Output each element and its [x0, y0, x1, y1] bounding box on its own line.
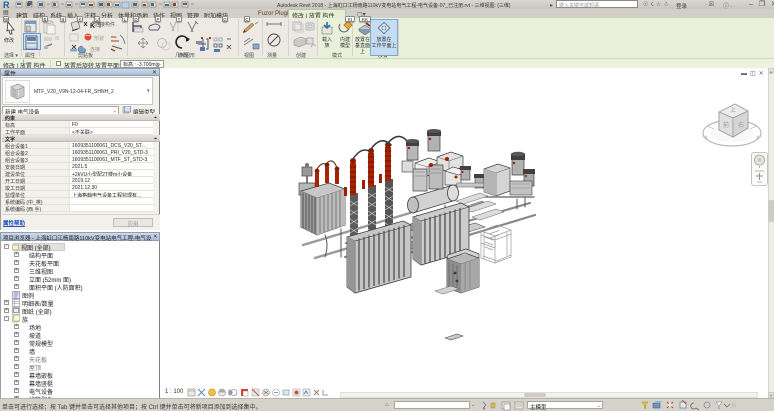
- svg-text:连接: 连接: [90, 46, 100, 53]
- svg-text:形状: 形状: [94, 35, 104, 42]
- svg-text:前: 前: [723, 121, 729, 129]
- svg-text:右: 右: [738, 121, 744, 129]
- svg-text:·: ·: [283, 39, 285, 45]
- svg-text:上: 上: [730, 106, 736, 114]
- svg-text:·: ·: [116, 23, 118, 29]
- svg-text:·: ·: [284, 23, 286, 29]
